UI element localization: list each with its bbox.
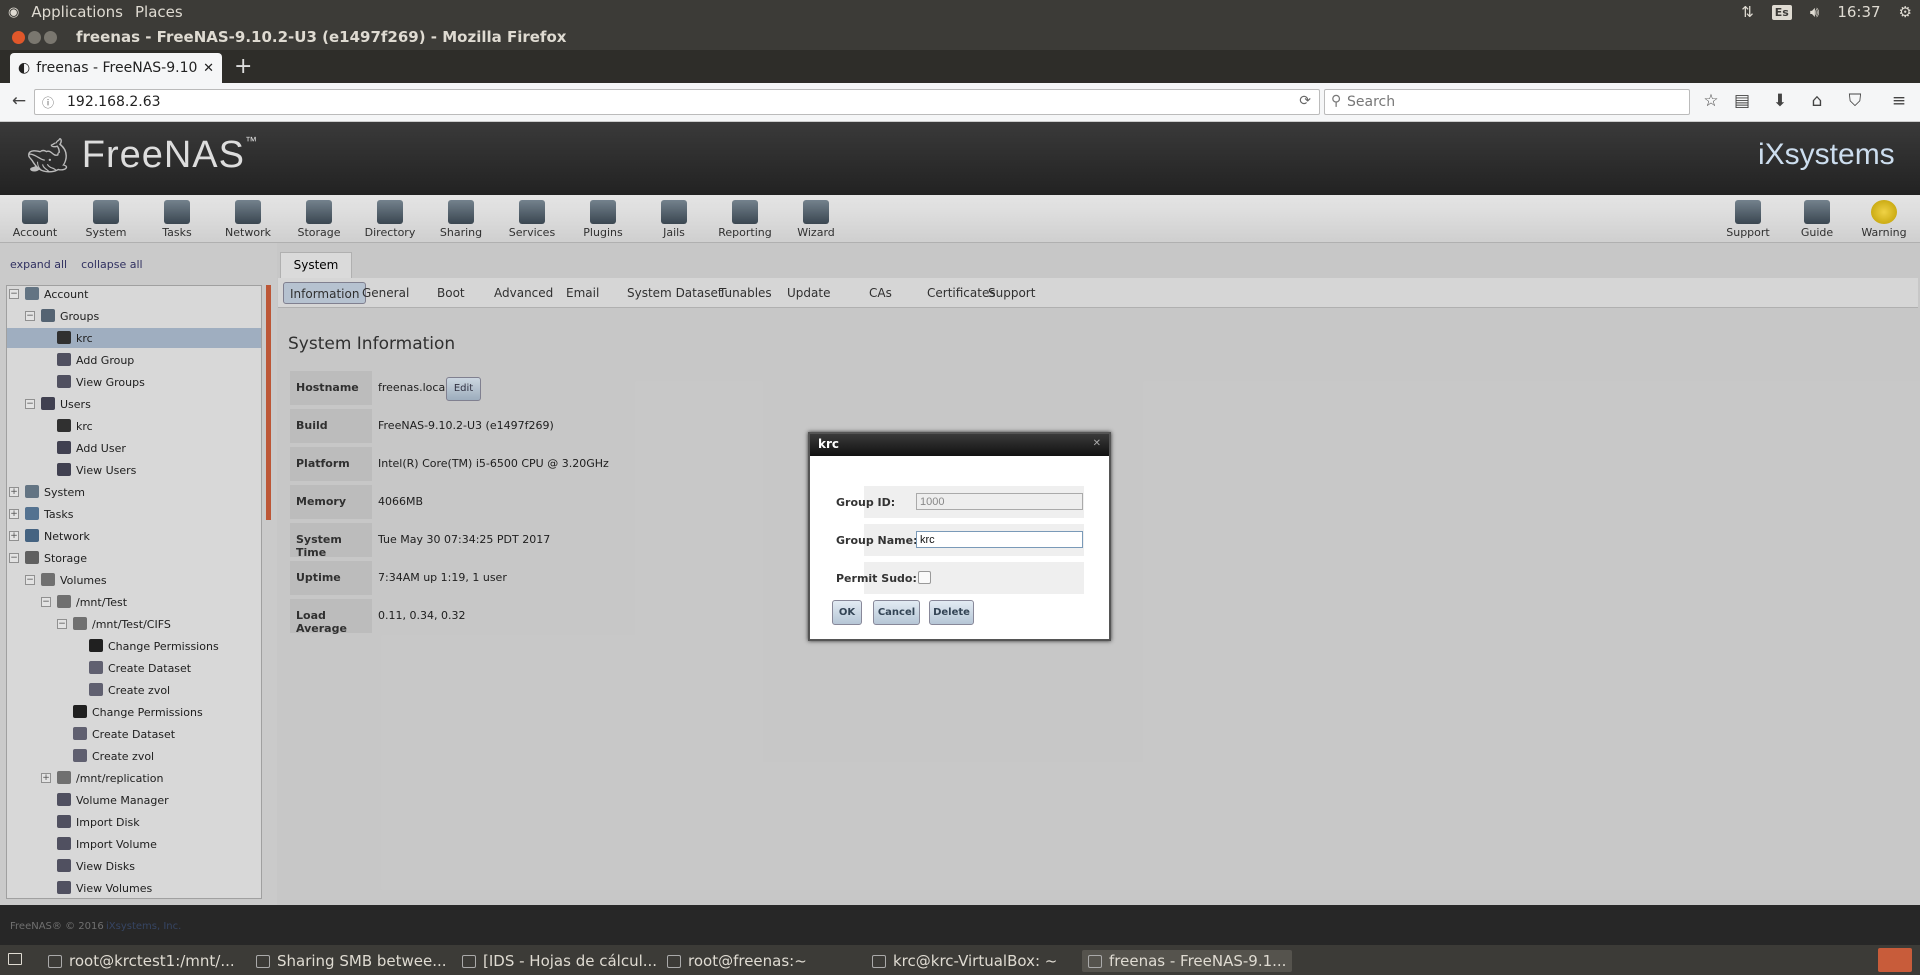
- dialog-header: krc ✕: [810, 434, 1109, 456]
- freenas-logo-text: FreeNAS: [81, 134, 246, 176]
- tab-title: freenas - FreeNAS-9.10: [36, 60, 198, 76]
- window-title: freenas - FreeNAS-9.10.2-U3 (e1497f269) …: [76, 28, 567, 46]
- taskbar-item-label: krc@krc-VirtualBox: ~: [893, 952, 1058, 970]
- group-name-field[interactable]: [916, 531, 1083, 548]
- taskbar-item[interactable]: freenas - FreeNAS-9.1...: [1082, 950, 1293, 972]
- terminal-icon: [48, 954, 62, 968]
- firefox-icon: [256, 954, 270, 968]
- firefox-icon: [462, 954, 476, 968]
- network-icon[interactable]: ⇅: [1741, 3, 1754, 21]
- keyboard-layout-indicator[interactable]: Es: [1771, 4, 1792, 20]
- reading-list-icon[interactable]: ▤: [1731, 91, 1753, 111]
- taskbar-item-label: Sharing SMB betwee...: [277, 952, 447, 970]
- group-name-label: Group Name:: [836, 534, 918, 547]
- gnome-top-bar: ◉ Applications Places ⇅ Es 🔊︎ 16:37 ⚙: [0, 0, 1920, 24]
- dialog-close-icon[interactable]: ✕: [1093, 438, 1101, 449]
- taskbar-item[interactable]: krc@krc-VirtualBox: ~: [872, 950, 1057, 972]
- edit-group-dialog: krc ✕ Group ID: Group Name: Permit Sudo:…: [808, 432, 1111, 641]
- freenas-header: [0, 122, 1920, 195]
- pocket-icon[interactable]: ⛉: [1844, 91, 1866, 111]
- search-bar[interactable]: ⚲ Search: [1324, 89, 1690, 115]
- tab-strip: [0, 50, 1920, 83]
- search-placeholder: Search: [1347, 94, 1396, 110]
- reload-icon[interactable]: ⟳: [1299, 93, 1311, 109]
- dialog-title: krc: [818, 437, 840, 451]
- minimize-window-button[interactable]: [28, 31, 41, 44]
- freenas-shark-icon: 🐋︎: [26, 137, 71, 175]
- taskbar-item-label: root@freenas:~: [688, 952, 807, 970]
- browser-tab[interactable]: ◐ freenas - FreeNAS-9.10 ✕: [10, 53, 222, 83]
- taskbar-item-label: freenas - FreeNAS-9.1...: [1109, 952, 1287, 970]
- close-window-button[interactable]: [12, 31, 25, 44]
- search-icon: ⚲: [1331, 93, 1342, 109]
- hamburger-menu-icon[interactable]: ≡: [1888, 91, 1910, 111]
- url-bar[interactable]: ⓘ 192.168.2.63 ⟳: [34, 89, 1320, 115]
- clock[interactable]: 16:37: [1837, 3, 1880, 21]
- favicon-icon: ◐: [18, 60, 31, 76]
- group-id-label: Group ID:: [836, 496, 896, 509]
- show-desktop-icon[interactable]: [8, 953, 22, 965]
- home-icon[interactable]: ⌂: [1806, 91, 1828, 111]
- taskbar-item-label: [IDS - Hojas de cálcul...: [483, 952, 658, 970]
- places-menu[interactable]: Places: [135, 3, 183, 21]
- ixsystems-logo: iXsystems: [1758, 138, 1895, 171]
- delete-button[interactable]: Delete: [929, 600, 974, 625]
- ok-button[interactable]: OK: [832, 600, 862, 625]
- volume-icon[interactable]: 🔊︎: [1810, 3, 1819, 21]
- permit-sudo-checkbox[interactable]: [918, 571, 931, 584]
- terminal-icon: [872, 954, 886, 968]
- freenas-logo: 🐋︎ FreeNAS™: [26, 134, 258, 177]
- maximize-window-button[interactable]: [44, 31, 57, 44]
- bookmark-star-icon[interactable]: ☆: [1700, 91, 1722, 111]
- back-icon[interactable]: ←: [8, 91, 30, 111]
- taskbar-item[interactable]: Sharing SMB betwee...: [256, 950, 447, 972]
- new-tab-button[interactable]: +: [234, 54, 252, 79]
- group-id-field[interactable]: [916, 493, 1083, 510]
- settings-gear-icon[interactable]: ⚙: [1899, 3, 1912, 21]
- terminal-icon: [667, 954, 681, 968]
- window-titlebar: freenas - FreeNAS-9.10.2-U3 (e1497f269) …: [0, 24, 1920, 50]
- taskbar-item[interactable]: root@krctest1:/mnt/...: [48, 950, 235, 972]
- bottom-taskbar: root@krctest1:/mnt/... Sharing SMB betwee…: [0, 945, 1920, 975]
- url-text: 192.168.2.63: [67, 94, 161, 110]
- gnome-logo-icon[interactable]: ◉: [8, 5, 19, 20]
- taskbar-item[interactable]: root@freenas:~: [667, 950, 807, 972]
- trash-icon[interactable]: [1878, 948, 1912, 972]
- permit-sudo-label: Permit Sudo:: [836, 572, 917, 585]
- site-info-icon[interactable]: ⓘ: [42, 94, 54, 111]
- firefox-icon: [1088, 954, 1102, 968]
- download-icon[interactable]: ⬇: [1769, 91, 1791, 111]
- applications-menu[interactable]: Applications: [31, 3, 123, 21]
- cancel-button[interactable]: Cancel: [873, 600, 920, 625]
- close-tab-icon[interactable]: ✕: [203, 61, 214, 76]
- taskbar-item[interactable]: [IDS - Hojas de cálcul...: [462, 950, 657, 972]
- freenas-logo-tm: ™: [245, 134, 259, 148]
- taskbar-item-label: root@krctest1:/mnt/...: [69, 952, 235, 970]
